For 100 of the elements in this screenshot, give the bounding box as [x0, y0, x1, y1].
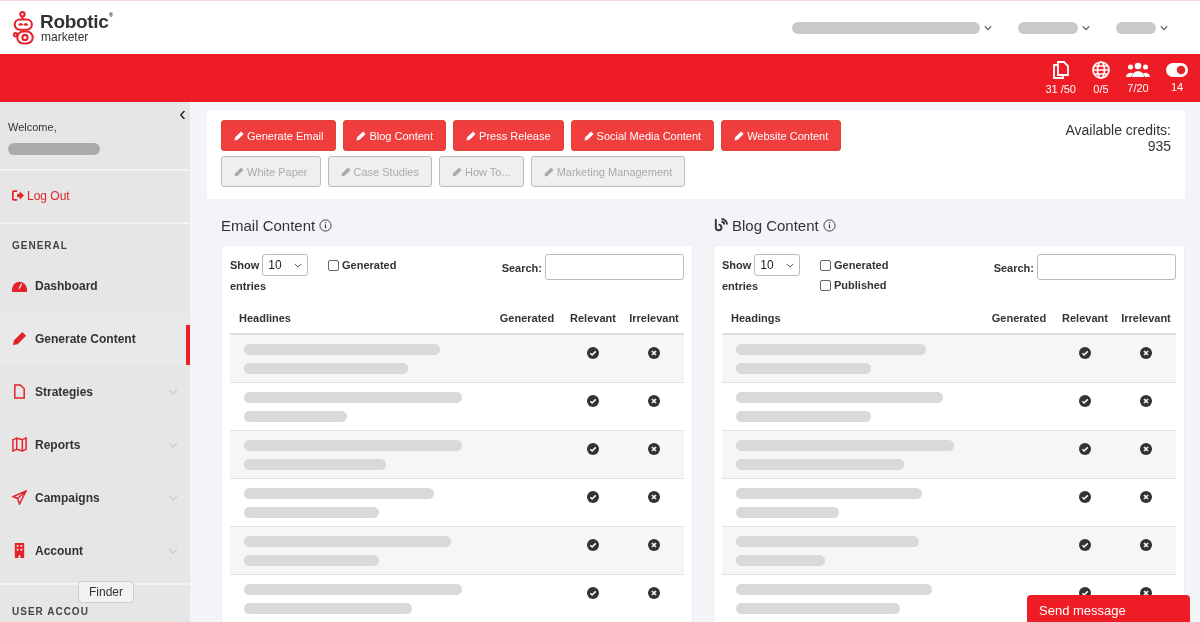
- search-field[interactable]: [545, 254, 684, 280]
- column-header[interactable]: Irrelevant: [1116, 312, 1176, 324]
- usage-count: 31 /50: [1045, 83, 1076, 95]
- column-header[interactable]: Generated: [492, 312, 562, 324]
- checkbox[interactable]: [820, 259, 831, 271]
- generate-button[interactable]: Press Release: [453, 120, 564, 151]
- pencil-icon: [543, 166, 554, 177]
- column-header[interactable]: Relevant: [562, 312, 624, 324]
- credits-label: Available credits:: [1065, 122, 1171, 138]
- caret-icon: [293, 262, 302, 268]
- filter-label: Generated: [834, 259, 889, 271]
- check-icon[interactable]: [587, 347, 599, 359]
- filter-label: Published: [834, 279, 887, 291]
- check-icon[interactable]: [1079, 347, 1091, 359]
- logo[interactable]: Robotic$^{®}$ marketer: [13, 9, 113, 46]
- globe-icon: [1092, 61, 1110, 79]
- collapse-button[interactable]: ‹: [177, 102, 188, 124]
- search-label: Search:: [993, 261, 1034, 274]
- panel-title: Email Content: [221, 217, 316, 234]
- checkbox[interactable]: [328, 259, 339, 271]
- pencil-icon: [234, 130, 244, 141]
- show-label: Show: [230, 259, 260, 271]
- blog-icon: [713, 218, 728, 233]
- building-icon: [12, 543, 27, 558]
- filter-label: Generated: [342, 259, 397, 271]
- chevron-icon: [168, 494, 178, 501]
- robot-icon: [13, 9, 37, 46]
- check-icon[interactable]: [587, 395, 599, 407]
- tooltip: Finder: [78, 581, 134, 603]
- pencil-icon: [466, 130, 477, 141]
- entries-label: entries: [230, 280, 268, 292]
- logo-tagline: marketer: [41, 31, 90, 43]
- logout-icon: [12, 190, 24, 201]
- chevron-icon: [168, 441, 178, 448]
- page-size-select[interactable]: 10: [262, 254, 308, 276]
- logout-link[interactable]: Log Out: [12, 188, 70, 203]
- generate-button[interactable]: Social Media Content: [570, 120, 715, 151]
- column-header[interactable]: Irrelevant: [624, 312, 684, 324]
- check-icon[interactable]: [1079, 491, 1091, 503]
- info-icon[interactable]: [822, 219, 836, 232]
- checkbox[interactable]: [820, 279, 831, 291]
- send-message-button[interactable]: Send message: [1027, 595, 1190, 622]
- caret-icon: [785, 262, 794, 268]
- sidebar-item[interactable]: Dashboard: [0, 259, 190, 312]
- close-icon[interactable]: [1140, 443, 1152, 455]
- plane-icon: [12, 490, 27, 505]
- close-icon[interactable]: [648, 587, 660, 599]
- file-icon: [12, 384, 27, 399]
- close-icon[interactable]: [648, 395, 660, 407]
- chevron-icon: [168, 547, 178, 554]
- caret-icon: [984, 24, 992, 31]
- check-icon[interactable]: [587, 491, 599, 503]
- check-icon[interactable]: [1079, 539, 1091, 551]
- caret-icon: [1160, 24, 1168, 31]
- section-heading: USER ACCOU: [12, 606, 89, 617]
- column-header[interactable]: Headings: [722, 312, 984, 324]
- pencil-icon: [583, 130, 594, 141]
- info-icon[interactable]: [319, 219, 333, 232]
- close-icon[interactable]: [648, 539, 660, 551]
- pencil-icon: [356, 130, 367, 141]
- close-icon[interactable]: [1140, 539, 1152, 551]
- close-icon[interactable]: [1140, 347, 1152, 359]
- check-icon[interactable]: [587, 587, 599, 599]
- panel-title: Blog Content: [732, 217, 819, 234]
- pencil-icon: [234, 166, 244, 177]
- usage-count: 7/20: [1127, 82, 1149, 94]
- close-icon[interactable]: [1140, 491, 1152, 503]
- pencil-icon: [340, 166, 351, 177]
- close-icon[interactable]: [648, 443, 660, 455]
- welcome-text: Welcome,: [8, 121, 58, 133]
- pages-icon: [1052, 61, 1069, 79]
- sidebar-item[interactable]: Strategies: [0, 365, 190, 418]
- check-icon[interactable]: [587, 443, 599, 455]
- page-size-select[interactable]: 10: [754, 254, 800, 276]
- check-icon[interactable]: [587, 539, 599, 551]
- check-icon[interactable]: [1079, 443, 1091, 455]
- sidebar-item[interactable]: Campaigns: [0, 471, 190, 524]
- chevron-icon: [168, 388, 178, 395]
- sidebar-item[interactable]: Account: [0, 524, 190, 577]
- check-icon[interactable]: [1079, 395, 1091, 407]
- pencil-icon: [734, 130, 745, 141]
- entries-label: entries: [722, 280, 760, 292]
- show-label: Show: [722, 259, 752, 271]
- logo-name: Robotic$^{®}$: [40, 12, 113, 31]
- close-icon[interactable]: [648, 347, 660, 359]
- column-header[interactable]: Headlines: [230, 312, 492, 324]
- caret-icon: [1082, 24, 1090, 31]
- close-icon[interactable]: [1140, 395, 1152, 407]
- search-label: Search:: [501, 261, 542, 274]
- credits-value: 935: [1147, 138, 1171, 154]
- close-icon[interactable]: [648, 491, 660, 503]
- search-field[interactable]: [1037, 254, 1176, 280]
- map-icon: [12, 437, 27, 452]
- sidebar-item[interactable]: Reports: [0, 418, 190, 471]
- generate-button[interactable]: Website Content: [721, 120, 842, 151]
- generate-button[interactable]: Generate Email: [221, 120, 337, 151]
- generate-button[interactable]: Blog Content: [343, 120, 447, 151]
- column-header[interactable]: Relevant: [1054, 312, 1116, 324]
- column-header[interactable]: Generated: [984, 312, 1054, 324]
- pencil-icon: [12, 331, 27, 346]
